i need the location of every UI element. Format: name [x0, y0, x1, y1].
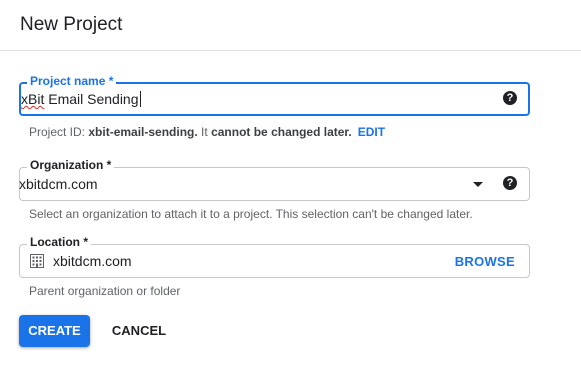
arrow-drop-down-icon[interactable] — [473, 182, 483, 187]
project-name-value-rest: Email Sending — [44, 91, 139, 107]
text-caret — [139, 91, 141, 107]
organization-helper: Select an organization to attach it to a… — [29, 207, 473, 221]
dialog-title: New Project — [20, 14, 123, 35]
location-field[interactable]: Location * xbitdcm.com BROWSE — [19, 235, 530, 278]
help-circle-icon[interactable]: ? — [503, 176, 517, 190]
browse-button[interactable]: BROWSE — [455, 254, 515, 269]
organization-label: Organization * — [27, 158, 115, 172]
project-id-value: xbit-email-sending. — [88, 125, 198, 139]
project-id-helper: Project ID: xbit-email-sending. It canno… — [29, 125, 385, 139]
organization-select[interactable]: Organization * xbitdcm.com ? — [19, 158, 530, 201]
project-name-field[interactable]: Project name * xBit Email Sending ? — [19, 74, 530, 116]
project-id-note: cannot be changed later. — [211, 125, 352, 139]
location-label: Location * — [27, 235, 92, 249]
organization-value: xbitdcm.com — [19, 176, 98, 192]
building-icon — [30, 254, 44, 273]
project-name-label: Project name * — [27, 74, 117, 88]
dialog-header: New Project — [0, 0, 581, 51]
project-id-suffix: It — [197, 125, 212, 139]
project-id-prefix: Project ID: — [29, 125, 89, 139]
location-value: xbitdcm.com — [53, 253, 132, 269]
project-name-input[interactable]: xBit Email Sending — [21, 91, 141, 107]
cancel-button[interactable]: CANCEL — [101, 315, 177, 347]
create-button[interactable]: CREATE — [19, 315, 90, 347]
edit-project-id-link[interactable]: EDIT — [358, 125, 385, 139]
help-circle-icon[interactable]: ? — [503, 91, 517, 105]
location-helper: Parent organization or folder — [29, 284, 181, 298]
project-name-misspelled-word: xBit — [21, 91, 45, 107]
